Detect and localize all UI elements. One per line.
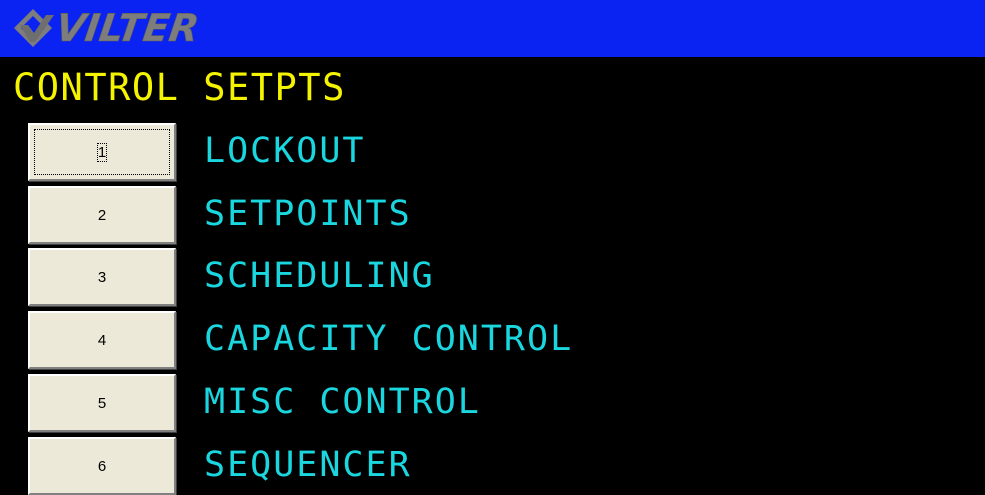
menu-item-label: CAPACITY CONTROL	[204, 319, 574, 359]
menu-item-lockout: 1 LOCKOUT	[0, 123, 985, 181]
menu-item-sequencer: 6 SEQUENCER	[0, 437, 985, 495]
menu-item-label: SETPOINTS	[204, 194, 412, 234]
key-2-button[interactable]: 2	[28, 186, 176, 244]
key-6-button[interactable]: 6	[28, 437, 176, 495]
key-1-label: 1	[96, 142, 108, 162]
menu-item-label: SEQUENCER	[204, 445, 412, 485]
key-2-label: 2	[97, 206, 107, 224]
key-5-button[interactable]: 5	[28, 374, 176, 432]
key-4-label: 4	[97, 331, 107, 349]
menu-item-scheduling: 3 SCHEDULING	[0, 248, 985, 306]
menu-item-label: LOCKOUT	[204, 131, 366, 171]
screen: VILTER CONTROL SETPTS 1 LOCKOUT 2 SETPOI…	[0, 0, 985, 495]
menu-item-misc-control: 5 MISC CONTROL	[0, 374, 985, 432]
brand-name: VILTER	[52, 6, 202, 51]
header-bar: VILTER	[0, 0, 985, 57]
vilter-diamond-logo-icon	[14, 9, 54, 47]
key-6-label: 6	[97, 457, 107, 475]
menu-item-label: SCHEDULING	[204, 256, 435, 296]
vilter-logo: VILTER	[8, 3, 202, 53]
menu-item-setpoints: 2 SETPOINTS	[0, 186, 985, 244]
menu-item-capacity-control: 4 CAPACITY CONTROL	[0, 311, 985, 369]
key-3-button[interactable]: 3	[28, 248, 176, 306]
key-4-button[interactable]: 4	[28, 311, 176, 369]
page-title: CONTROL SETPTS	[13, 66, 346, 109]
key-3-label: 3	[97, 268, 107, 286]
key-5-label: 5	[97, 394, 107, 412]
menu-item-label: MISC CONTROL	[204, 382, 481, 422]
key-1-button[interactable]: 1	[28, 123, 176, 181]
